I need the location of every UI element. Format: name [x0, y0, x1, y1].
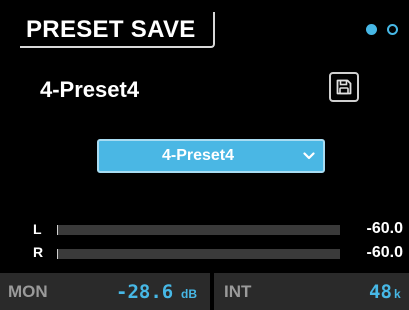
meter-bar-left	[57, 225, 340, 235]
header-tab: PRESET SAVE	[20, 12, 215, 48]
page-title: PRESET SAVE	[26, 16, 196, 43]
clock-status[interactable]: INT 48 k	[214, 273, 409, 310]
monitor-label: MON	[8, 282, 48, 301]
save-button[interactable]	[329, 72, 359, 102]
meter-bar-right	[57, 249, 340, 259]
meter-label-right: R	[33, 244, 44, 260]
meter-value-right: -60.0	[366, 244, 403, 261]
monitor-level-unit: dB	[181, 287, 197, 301]
sample-rate-value: 48	[369, 281, 392, 303]
page-indicator-dot-active	[366, 24, 377, 35]
dropdown-selected-value: 4-Preset4	[161, 147, 235, 164]
meter-fill-right	[57, 249, 58, 259]
page-indicator-dot-inactive	[387, 24, 398, 35]
monitor-level-value: -28.6	[116, 281, 174, 303]
monitor-status[interactable]: MON -28.6 dB	[0, 273, 210, 310]
floppy-disk-icon	[336, 79, 352, 95]
clock-source-label: INT	[224, 282, 252, 301]
sample-rate-unit: k	[394, 287, 401, 301]
meter-fill-left	[57, 225, 58, 235]
preset-dropdown[interactable]: 4-Preset4	[97, 139, 325, 173]
chevron-down-icon	[303, 152, 315, 160]
preset-name: 4-Preset4	[40, 77, 140, 102]
meter-label-left: L	[33, 221, 42, 237]
meter-value-left: -60.0	[366, 220, 403, 237]
